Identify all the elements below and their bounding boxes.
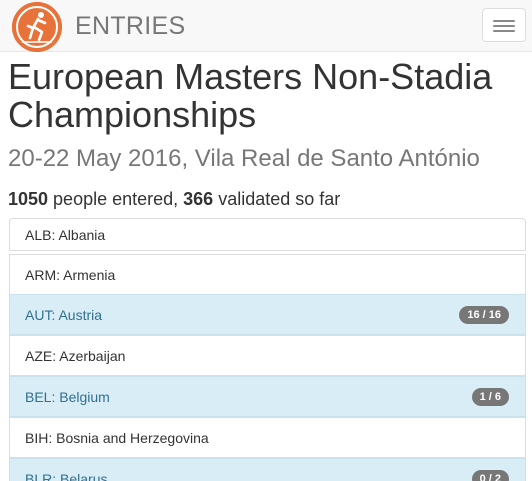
country-label: ARM: Armenia [25,266,116,283]
country-label: BIH: Bosnia and Herzegovina [25,429,209,446]
validated-count: 366 [183,189,214,209]
hamburger-menu-icon [493,30,515,32]
country-label: AZE: Azerbaijan [25,347,126,364]
entries-summary: 1050 people entered, 366 validated so fa… [8,188,528,210]
country-label: ALB: Albania [25,226,106,243]
list-item-alb[interactable]: ALB: Albania [9,218,526,251]
list-item-bih[interactable]: BIH: Bosnia and Herzegovina [9,417,526,458]
country-label: AUT: Austria [25,306,103,323]
entered-count: 1050 [8,189,49,209]
country-label: BLR: Belarus [25,470,108,481]
brand-title: ENTRIES [75,11,186,40]
country-label: BEL: Belgium [25,388,110,405]
navbar: ENTRIES [0,0,532,52]
list-item-bel[interactable]: BEL: Belgium 1 / 6 [9,376,526,417]
validated-badge: 1 / 6 [471,387,509,406]
list-item-aze[interactable]: AZE: Azerbaijan [9,335,526,376]
list-item-blr[interactable]: BLR: Belarus 0 / 2 [9,458,526,481]
event-dates-location: 20-22 May 2016, Vila Real de Santo Antón… [8,145,480,172]
validated-badge: 16 / 16 [459,305,509,324]
validated-badge: 0 / 2 [471,469,509,481]
summary-text: people entered, [48,189,184,209]
list-item-arm[interactable]: ARM: Armenia [9,254,526,295]
brand-link[interactable]: ENTRIES [12,1,186,52]
hamburger-menu-icon [493,20,515,22]
list-item-aut[interactable]: AUT: Austria 16 / 16 [9,294,526,335]
runner-logo-icon [12,1,62,52]
country-list: ALB: Albania ARM: Armenia AUT: Austria 1… [9,218,526,481]
page-title: European Masters Non-Stadia Championship… [8,56,493,135]
summary-suffix: validated so far [213,189,341,209]
hamburger-menu-icon [493,25,515,27]
menu-toggle-button[interactable] [482,8,526,42]
